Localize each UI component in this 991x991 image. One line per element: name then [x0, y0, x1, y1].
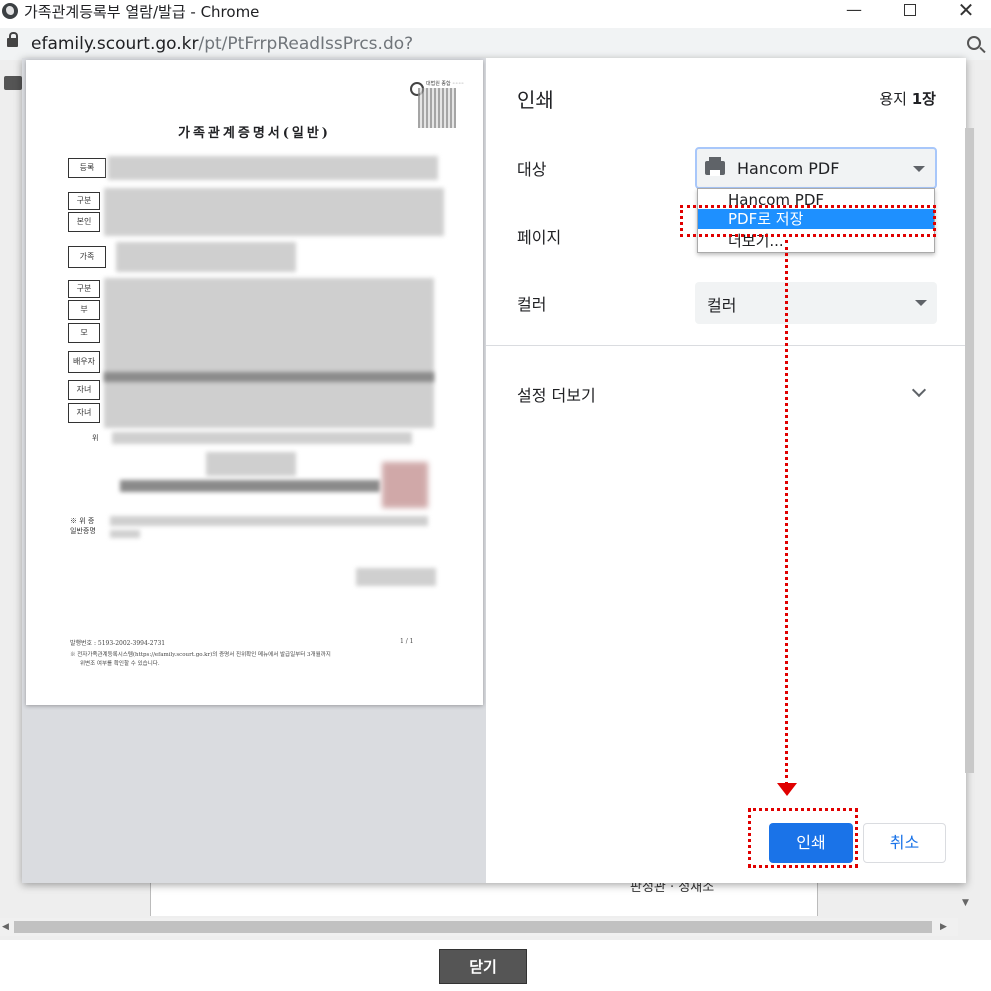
maximize-icon: [904, 4, 916, 16]
maximize-button[interactable]: [888, 0, 932, 24]
annotation-highlight-print-button: [748, 808, 858, 868]
redacted-block: [110, 530, 140, 538]
cancel-button[interactable]: 취소: [863, 823, 946, 863]
chevron-down-icon: [913, 166, 925, 172]
sheet-count-prefix: 용지: [879, 90, 907, 108]
background-content-area: [150, 880, 818, 916]
redacted-block: [356, 568, 436, 586]
destination-select[interactable]: Hancom PDF: [695, 147, 937, 189]
window-title-bar: 가족관계등록부 열람/발급 - Chrome — ✕: [0, 0, 991, 24]
printer-icon: [705, 157, 725, 176]
redacted-block: [116, 242, 296, 272]
color-value: 컬러: [707, 296, 737, 315]
redacted-block: [108, 156, 438, 180]
scroll-down-icon[interactable]: ▼: [962, 898, 969, 908]
doc-label: 자녀: [68, 403, 100, 423]
scroll-left-icon[interactable]: ◀: [2, 922, 9, 932]
doc-label: 모: [68, 323, 100, 343]
color-select[interactable]: 컬러: [695, 282, 937, 324]
address-bar[interactable]: efamily.scourt.go.kr/pt/PtFrrpReadIssPrc…: [0, 28, 991, 60]
sheet-count: 용지 1장: [879, 88, 936, 109]
divider: [486, 345, 966, 346]
redacted-block: [206, 452, 296, 476]
redacted-block: [112, 432, 412, 444]
chevron-down-icon: [915, 300, 927, 306]
print-dialog-title: 인쇄: [517, 88, 554, 112]
doc-label: 등록: [68, 158, 106, 178]
page-indicator: 1 / 1: [400, 638, 414, 645]
redacted-block: [104, 188, 444, 236]
color-label: 컬러: [517, 295, 547, 314]
doc-label: 자녀: [68, 380, 100, 400]
print-settings-panel: 인쇄 용지 1장 대상 Hancom PDF Hancom PDF PDF로 저…: [486, 58, 974, 883]
destination-label: 대상: [517, 160, 547, 179]
window-title: 가족관계등록부 열람/발급 - Chrome: [24, 3, 260, 21]
sheet-count-value: 1장: [911, 90, 936, 108]
settings-scrollbar[interactable]: [965, 128, 974, 773]
chevron-down-icon[interactable]: [911, 382, 927, 398]
issue-number: 발행번호 : 5193-2002-3994-2731: [70, 640, 166, 647]
scroll-right-icon[interactable]: ▶: [940, 922, 947, 932]
annotation-highlight-save-pdf: [680, 205, 936, 237]
official-stamp: [382, 462, 428, 508]
printer-icon[interactable]: [4, 76, 22, 90]
url-text[interactable]: efamily.scourt.go.kr/pt/PtFrrpReadIssPrc…: [31, 34, 413, 54]
doc-label: 가족: [68, 246, 106, 268]
doc-label: 구분: [68, 280, 100, 298]
print-preview-area: 대법원 종합 ◦◦◦◦ 가족관계증명서(일반) 등록 구분 본인 가족 구분 부…: [22, 58, 486, 883]
footer-note: 위변조 여부를 확인할 수 있습니다.: [80, 661, 160, 667]
redacted-block: [110, 516, 428, 526]
doc-label: 배우자: [68, 351, 100, 373]
close-window-button[interactable]: ✕: [944, 0, 988, 24]
document-title: 가족관계증명서(일반): [178, 126, 331, 141]
pages-label: 페이지: [517, 228, 562, 247]
doc-label: 구분: [68, 192, 100, 210]
annotation-arrowhead: [777, 783, 797, 796]
globe-icon: [2, 3, 18, 19]
zoom-icon[interactable]: [967, 36, 981, 50]
close-button[interactable]: 닫기: [439, 949, 527, 984]
redacted-block: [120, 480, 380, 492]
redacted-block: [104, 278, 434, 428]
url-host: efamily.scourt.go.kr: [31, 34, 199, 54]
redacted-block: [104, 372, 434, 382]
print-dialog: 대법원 종합 ◦◦◦◦ 가족관계증명서(일반) 등록 구분 본인 가족 구분 부…: [22, 58, 974, 883]
footer-note: ※ 전자가족관계등록시스템(https://efamily.scourt.go.…: [70, 652, 331, 658]
preview-page: 대법원 종합 ◦◦◦◦ 가족관계증명서(일반) 등록 구분 본인 가족 구분 부…: [26, 60, 483, 705]
destination-value: Hancom PDF: [737, 159, 840, 178]
scrollbar-thumb[interactable]: [14, 921, 932, 933]
lock-icon: [7, 32, 18, 47]
annotation-arrow-line: [785, 240, 788, 785]
doc-note: ※ 위 증: [70, 517, 95, 525]
doc-label: 부: [68, 300, 100, 320]
doc-note: 일반증명: [70, 527, 96, 535]
horizontal-scrollbar[interactable]: ◀ ▶: [0, 918, 958, 936]
minimize-button[interactable]: —: [832, 0, 876, 24]
url-path: /pt/PtFrrpReadIssPrcs.do?: [198, 34, 414, 54]
doc-label: 본인: [68, 212, 100, 232]
doc-note: 위: [92, 434, 99, 442]
more-settings-label[interactable]: 설정 더보기: [517, 382, 596, 406]
qr-caption: 대법원 종합 ◦◦◦◦: [426, 81, 464, 87]
